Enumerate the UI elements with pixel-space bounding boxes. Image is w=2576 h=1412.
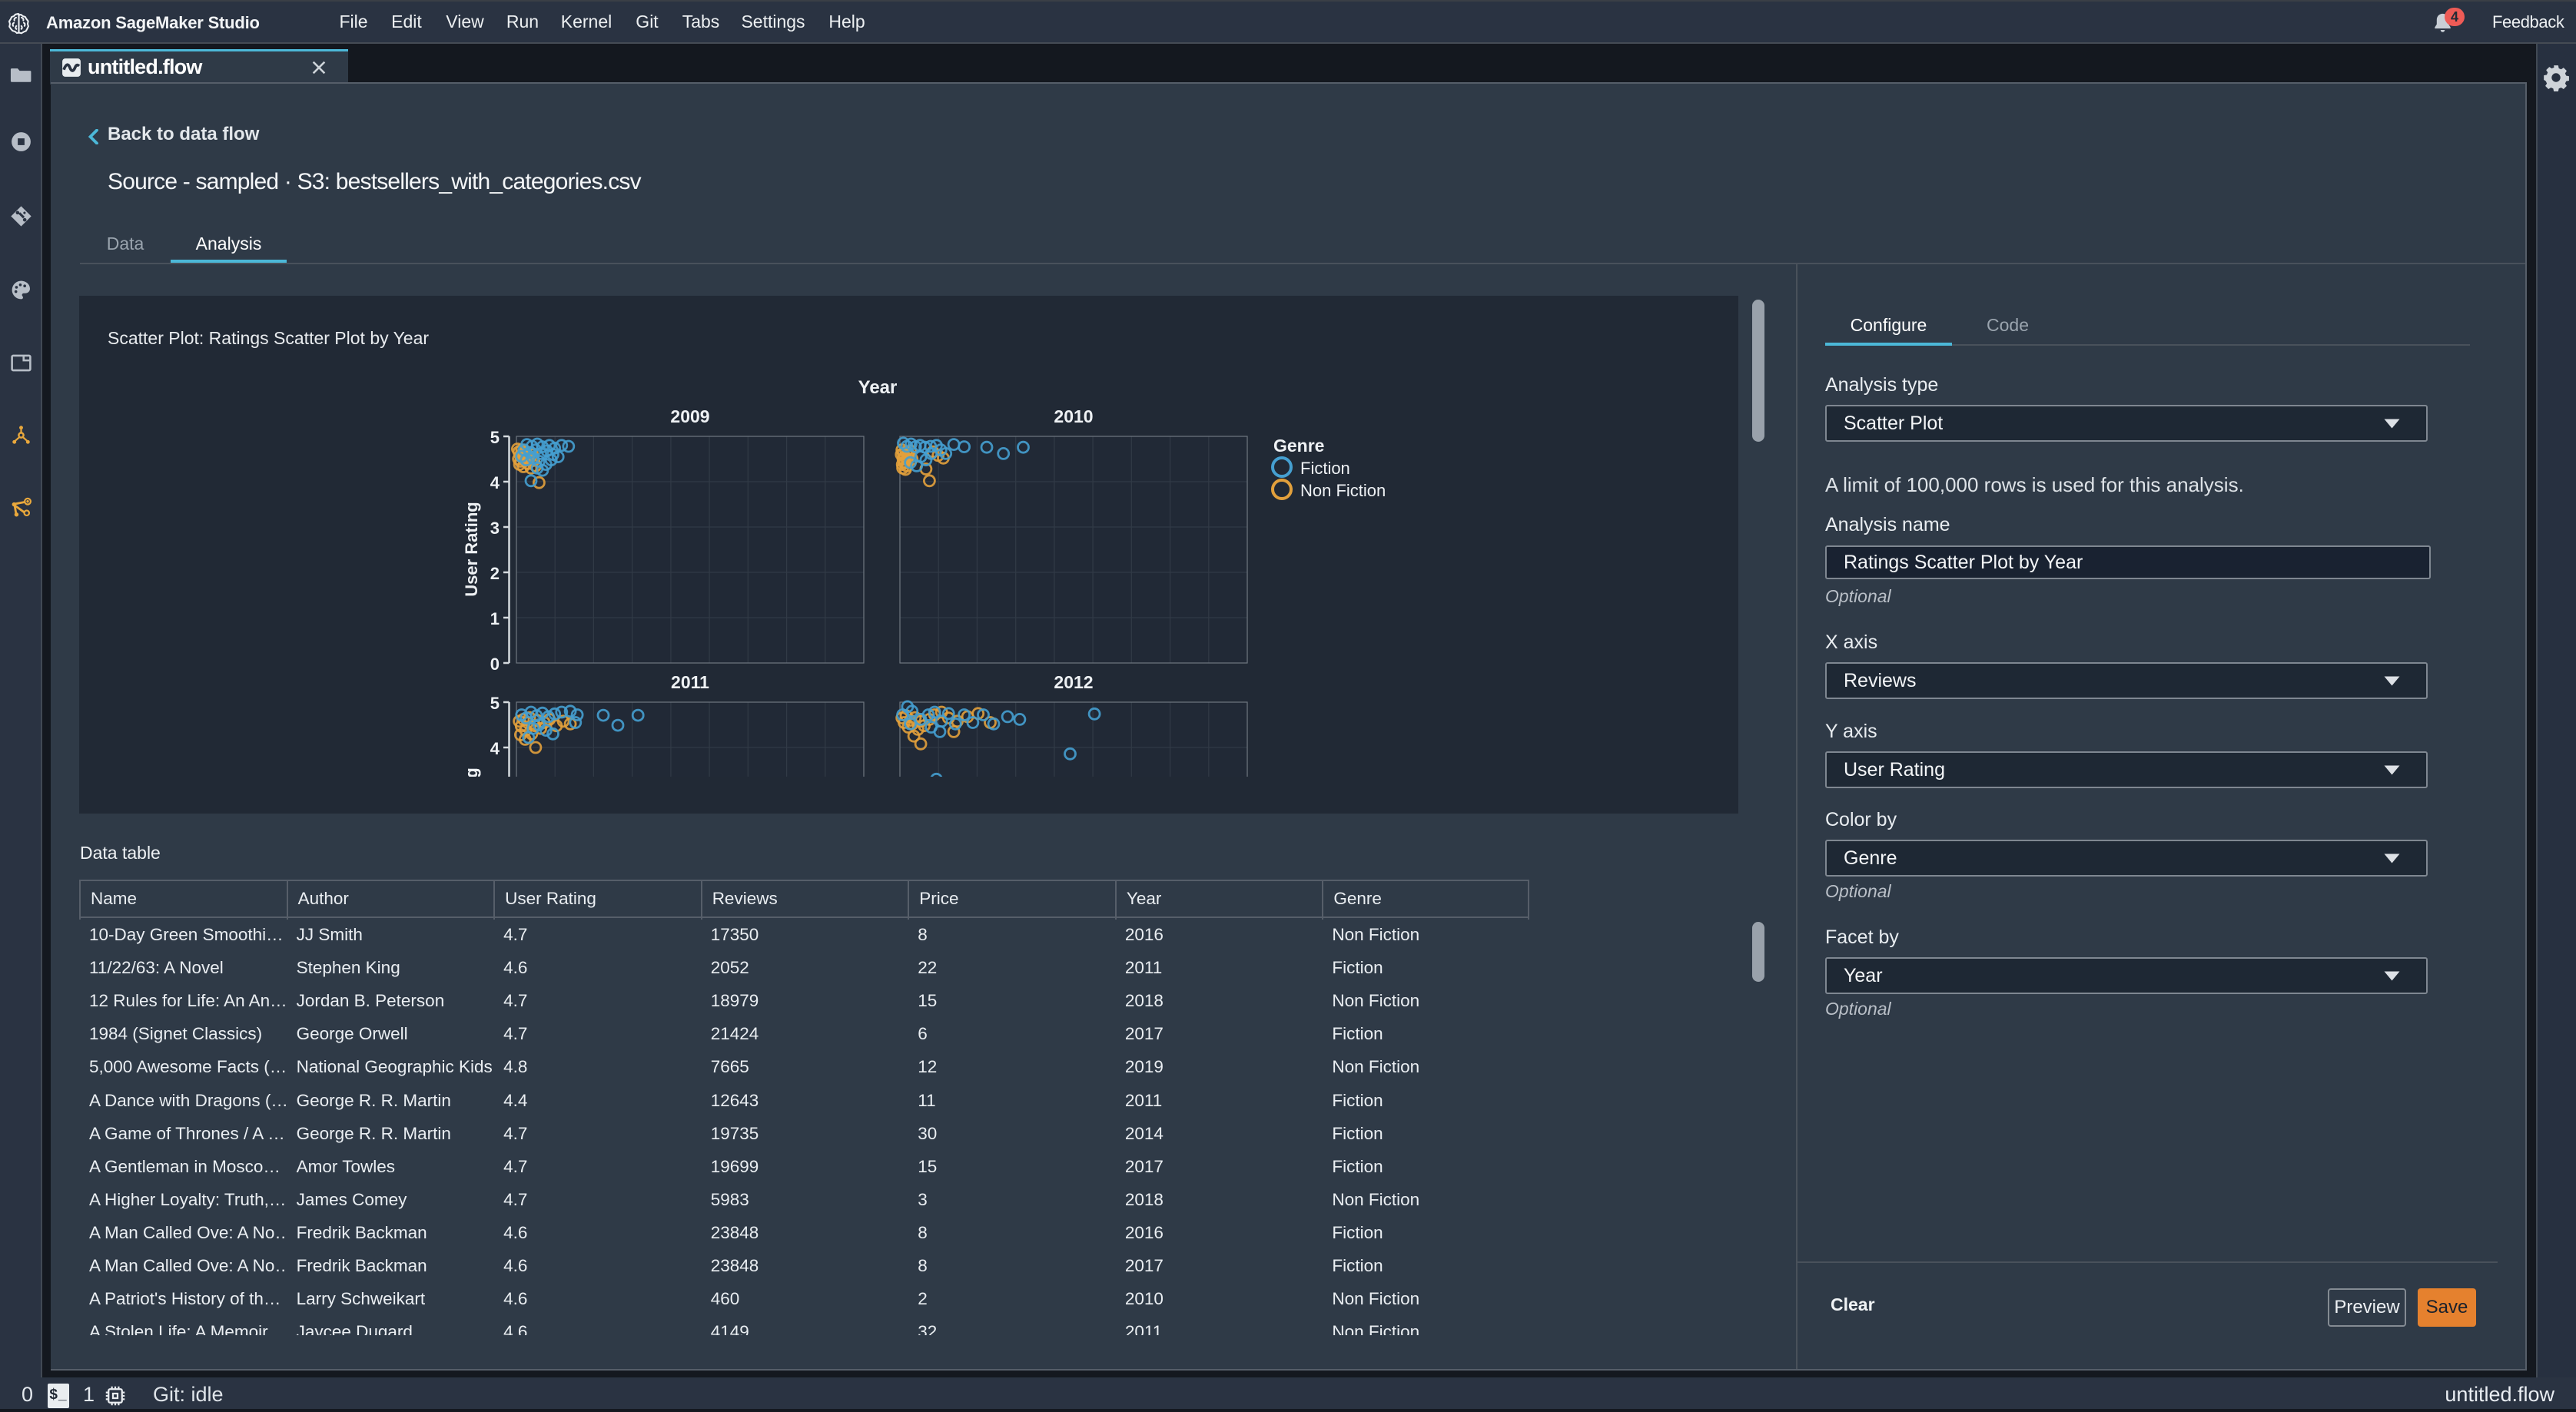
svg-text:2: 2 <box>490 564 500 583</box>
svg-text:5: 5 <box>490 694 500 713</box>
svg-text:4: 4 <box>490 739 500 758</box>
svg-text:2010: 2010 <box>1054 406 1093 426</box>
svg-text:Genre: Genre <box>1273 436 1324 456</box>
svg-text:3: 3 <box>490 784 500 804</box>
svg-text:0: 0 <box>490 655 500 674</box>
svg-text:5: 5 <box>490 428 500 447</box>
svg-text:User Rating: User Rating <box>462 502 481 596</box>
svg-text:Non Fiction: Non Fiction <box>1300 481 1386 500</box>
svg-text:2009: 2009 <box>670 406 709 426</box>
svg-text:Year: Year <box>858 377 898 398</box>
svg-text:User Rating: User Rating <box>462 767 481 814</box>
svg-text:2012: 2012 <box>1054 672 1093 692</box>
svg-text:3: 3 <box>490 519 500 538</box>
svg-text:Fiction: Fiction <box>1300 459 1350 478</box>
svg-text:2011: 2011 <box>671 672 709 692</box>
svg-text:4: 4 <box>490 473 500 492</box>
svg-text:1: 1 <box>490 609 500 628</box>
